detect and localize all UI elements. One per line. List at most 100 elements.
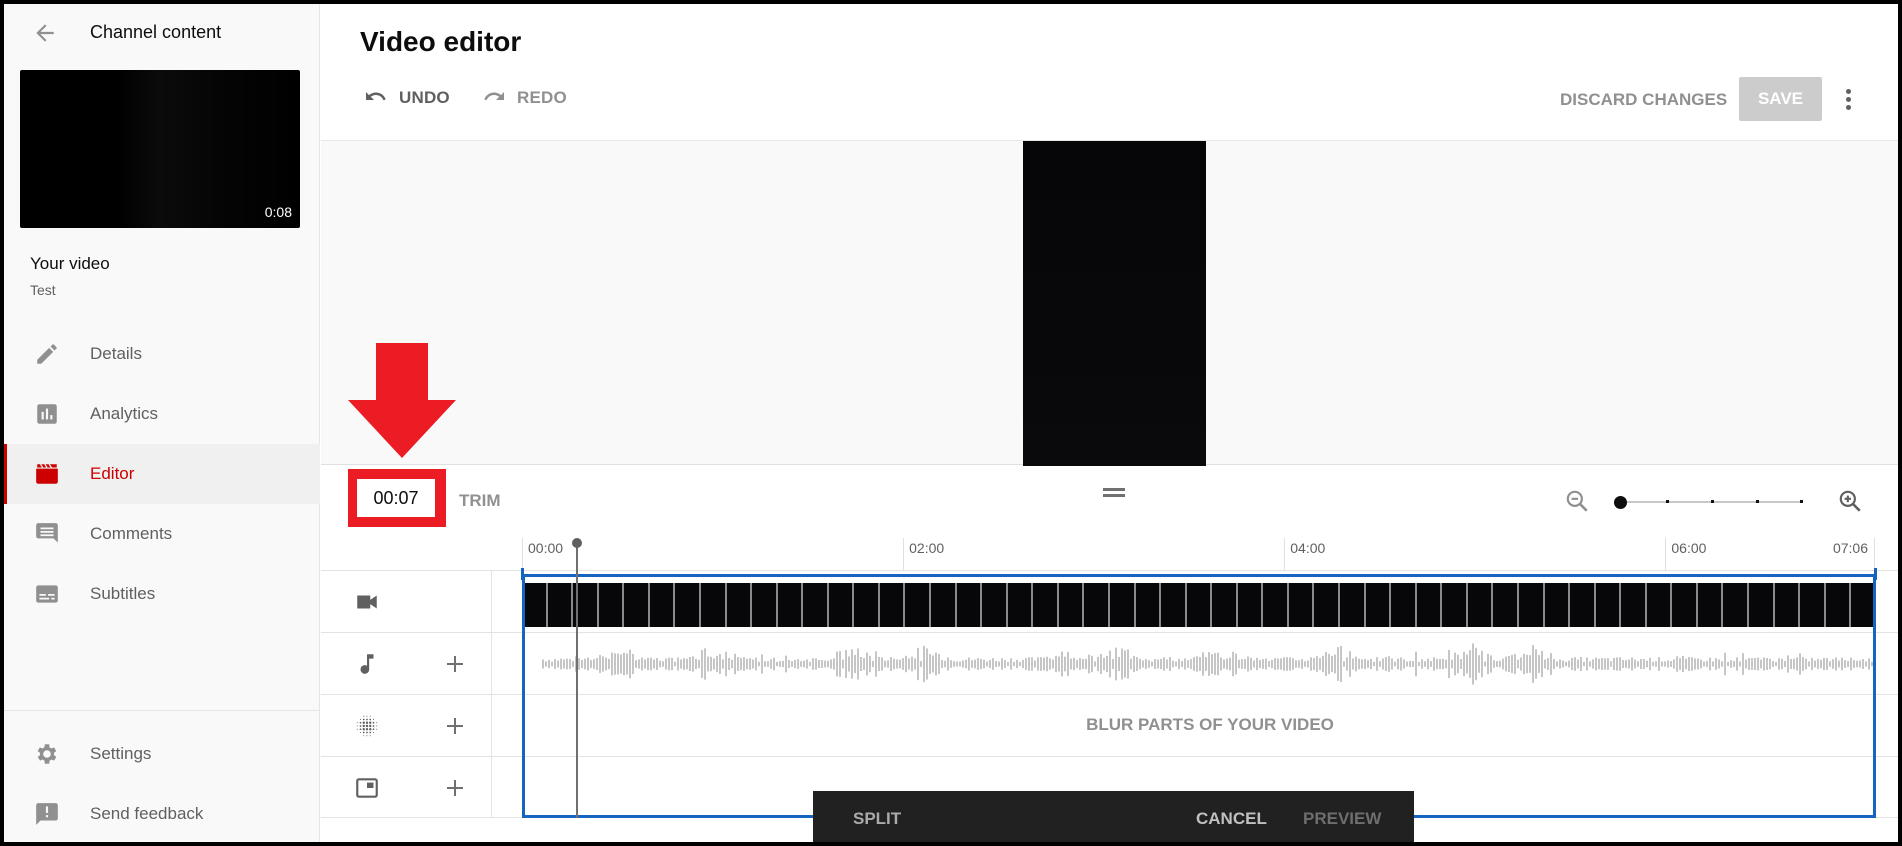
undo-button[interactable]: UNDO <box>363 88 450 108</box>
trim-handle-right[interactable] <box>1874 568 1877 580</box>
waveform-bar <box>689 657 691 671</box>
waveform-bar <box>1403 659 1405 669</box>
sidebar-item-details[interactable]: Details <box>4 324 320 384</box>
add-blur-button[interactable] <box>443 714 467 738</box>
waveform-bar <box>1232 651 1234 677</box>
playhead[interactable] <box>576 541 578 818</box>
waveform-bar <box>1115 647 1117 681</box>
waveform-bar <box>1019 661 1021 667</box>
waveform-bar <box>977 658 979 670</box>
waveform-bar <box>1025 658 1027 670</box>
waveform-bar <box>1193 657 1195 671</box>
waveform-bar <box>623 652 625 676</box>
waveform-bar <box>1199 657 1201 671</box>
waveform-bar <box>659 660 661 668</box>
waveform-bar <box>1691 657 1693 671</box>
blur-parts-button[interactable]: BLUR PARTS OF YOUR VIDEO <box>522 715 1898 735</box>
waveform-bar <box>905 655 907 673</box>
waveform-bar <box>797 659 799 669</box>
timeline-ruler[interactable]: 00:00 02:00 04:00 06:00 07:06 <box>522 530 1898 570</box>
waveform-bar <box>1646 660 1648 668</box>
waveform-bar <box>1142 660 1144 668</box>
waveform-bar <box>1421 659 1423 669</box>
waveform-bar <box>875 651 877 677</box>
preview-button[interactable]: PREVIEW <box>1303 809 1381 829</box>
waveform-bar <box>1220 657 1222 671</box>
resize-handle-icon[interactable] <box>1103 488 1125 498</box>
waveform-bar <box>923 645 925 683</box>
waveform-bar <box>860 657 862 671</box>
save-button[interactable]: SAVE <box>1739 77 1822 121</box>
current-time-input[interactable]: 00:07 <box>357 479 435 517</box>
sidebar-item-label: Comments <box>90 524 173 543</box>
more-options-icon[interactable] <box>1842 88 1854 112</box>
waveform-bar <box>1697 658 1699 670</box>
zoom-slider-knob[interactable] <box>1614 496 1627 509</box>
sidebar-item-editor[interactable]: Editor <box>4 444 320 504</box>
sidebar-item-settings[interactable]: Settings <box>4 724 320 784</box>
add-audio-button[interactable] <box>443 652 467 676</box>
ruler-tick-label: 04:00 <box>1290 540 1326 556</box>
waveform-bar <box>1091 655 1093 673</box>
playhead-handle[interactable] <box>572 538 582 548</box>
waveform-bar <box>1436 658 1438 670</box>
waveform-bar <box>1211 654 1213 674</box>
waveform-bar <box>638 659 640 669</box>
waveform-bar <box>1568 660 1570 668</box>
sidebar-item-send-feedback[interactable]: Send feedback <box>4 784 320 842</box>
sidebar-item-comments[interactable]: Comments <box>4 504 320 564</box>
waveform-bar <box>1475 647 1477 681</box>
sidebar-item-analytics[interactable]: Analytics <box>4 384 320 444</box>
waveform-bar <box>1859 660 1861 668</box>
ruler-tick-label: 02:00 <box>909 540 945 556</box>
audio-waveform[interactable] <box>522 639 1875 689</box>
waveform-bar <box>932 655 934 673</box>
waveform-bar <box>1289 657 1291 671</box>
waveform-bar <box>1766 657 1768 671</box>
waveform-bar <box>1073 657 1075 671</box>
waveform-bar <box>983 659 985 669</box>
waveform-bar <box>656 658 658 670</box>
redo-button[interactable]: REDO <box>481 88 567 108</box>
timeline-zoom-slider[interactable] <box>1614 496 1803 509</box>
waveform-bar <box>974 659 976 669</box>
waveform-bar <box>893 658 895 670</box>
waveform-bar <box>1784 660 1786 668</box>
film-frame <box>1826 583 1852 627</box>
trim-handle-left[interactable] <box>521 568 524 580</box>
waveform-bar <box>785 655 787 673</box>
trim-button[interactable]: TRIM <box>459 491 501 511</box>
back-arrow-icon[interactable] <box>32 20 58 46</box>
channel-content-link[interactable]: Channel content <box>90 22 221 43</box>
zoom-out-icon[interactable] <box>1564 488 1590 514</box>
waveform-bar <box>1283 657 1285 671</box>
video-filmstrip[interactable] <box>522 583 1875 627</box>
waveform-bar <box>1493 660 1495 668</box>
video-player[interactable] <box>1023 141 1206 466</box>
waveform-bar <box>1715 658 1717 670</box>
waveform-bar <box>1373 661 1375 667</box>
waveform-bar <box>899 659 901 669</box>
film-frame <box>982 583 1008 627</box>
add-end-screen-button[interactable] <box>443 776 467 800</box>
waveform-bar <box>614 653 616 675</box>
discard-changes-button[interactable]: DISCARD CHANGES <box>1560 90 1727 110</box>
cancel-button[interactable]: CANCEL <box>1196 809 1267 829</box>
waveform-bar <box>1598 658 1600 670</box>
video-thumbnail[interactable]: 0:08 <box>20 70 300 228</box>
film-frame <box>1647 583 1673 627</box>
zoom-in-icon[interactable] <box>1837 488 1863 514</box>
sidebar-item-subtitles[interactable]: Subtitles <box>4 564 320 624</box>
waveform-bar <box>1595 657 1597 671</box>
waveform-bar <box>1781 658 1783 670</box>
ruler-tick-label: 00:00 <box>528 540 564 556</box>
waveform-bar <box>1496 661 1498 667</box>
sidebar-item-label: Analytics <box>90 404 159 423</box>
waveform-bar <box>1154 659 1156 669</box>
waveform-bar <box>1523 653 1525 675</box>
waveform-bar <box>1736 657 1738 671</box>
audio-track <box>321 632 1898 694</box>
waveform-bar <box>611 652 613 676</box>
split-button[interactable]: SPLIT <box>853 809 901 829</box>
waveform-bar <box>1109 650 1111 678</box>
